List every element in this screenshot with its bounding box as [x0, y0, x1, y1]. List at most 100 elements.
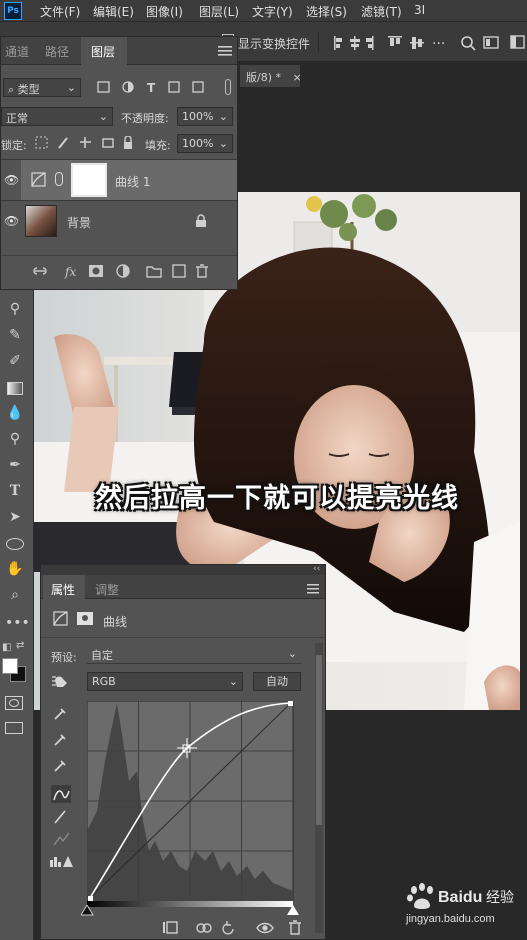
- chevron-down-icon: ⌄: [66, 81, 76, 94]
- chevron-down-icon: ⌄: [287, 647, 297, 660]
- workspace-icon[interactable]: [510, 34, 526, 50]
- divider: [318, 32, 319, 52]
- watermark-brand-cn: 经验: [486, 890, 514, 906]
- default-colors-icon[interactable]: ◧: [2, 642, 11, 653]
- blend-mode-value: 正常: [6, 112, 28, 125]
- panel-menu-icon[interactable]: [307, 584, 319, 594]
- gradient-tool-icon[interactable]: [7, 382, 23, 395]
- path-selection-icon[interactable]: ➤: [5, 508, 25, 526]
- menu-image[interactable]: 图像(I): [146, 3, 183, 20]
- brush-tool-icon[interactable]: ✎: [5, 326, 25, 344]
- menu-3d[interactable]: 3I: [414, 3, 425, 17]
- hand-tool-icon[interactable]: ✋: [5, 560, 25, 578]
- layer-row-background[interactable]: 👁 背景: [1, 201, 237, 243]
- mask-icon-hole: [82, 615, 88, 621]
- eye-icon[interactable]: 👁: [4, 173, 19, 187]
- layers-panel: 通道 路径 图层 ⌕ 类型 ⌄ T 正常 ⌄ 不透明度: 100% ⌄ 锁定: …: [0, 36, 238, 290]
- paw-icon: [407, 883, 433, 909]
- screen-mode-icon[interactable]: [5, 722, 23, 734]
- properties-panel: ‹‹ × 属性 调整 曲线 预设: 自定 ⌄ RGB ⌄ 自动: [40, 564, 326, 940]
- svg-text:···: ···: [432, 36, 445, 52]
- swap-colors-icon[interactable]: ⇄: [16, 640, 24, 651]
- layer-filter-label: 类型: [17, 83, 40, 96]
- channel-select[interactable]: RGB ⌄: [87, 672, 243, 691]
- menu-type[interactable]: 文字(Y): [252, 3, 293, 20]
- channel-value: RGB: [92, 675, 116, 688]
- tab-channels[interactable]: 通道: [5, 43, 29, 60]
- on-image-adjust-icon[interactable]: [51, 673, 71, 689]
- document-tab-label: 版/8) *: [246, 71, 281, 84]
- filter-type-icons[interactable]: T: [97, 81, 217, 95]
- layer-name: 背景: [67, 216, 92, 230]
- close-icon[interactable]: ×: [293, 71, 302, 84]
- chevron-down-icon: ⌄: [228, 675, 238, 688]
- lock-icon: [196, 214, 206, 227]
- menu-filter[interactable]: 滤镜(T): [361, 3, 402, 20]
- auto-button[interactable]: 自动: [253, 672, 301, 691]
- menu-file[interactable]: 文件(F): [40, 3, 80, 20]
- curves-graph[interactable]: [87, 701, 297, 907]
- zoom-tool-icon[interactable]: ⌕: [5, 586, 25, 604]
- layer-row-curves[interactable]: 👁 曲线 1: [1, 159, 237, 201]
- menu-bar: Ps 文件(F) 编辑(E) 图像(I) 图层(L) 文字(Y) 选择(S) 滤…: [0, 0, 527, 22]
- clipping-warning-icon[interactable]: [49, 853, 73, 869]
- align-icons[interactable]: ···: [332, 34, 512, 52]
- document-tab[interactable]: 版/8) * ×: [240, 65, 302, 87]
- link-icon[interactable]: [55, 172, 63, 186]
- history-brush-icon[interactable]: ✐: [5, 352, 25, 370]
- lock-icons[interactable]: [35, 136, 135, 150]
- tab-layers[interactable]: 图层: [91, 43, 115, 60]
- fill-input[interactable]: 100% ⌄: [177, 134, 233, 153]
- curve-tools[interactable]: [51, 705, 71, 855]
- filter-toggle[interactable]: [225, 79, 231, 95]
- watermark-brand: Baidu: [438, 889, 482, 906]
- tools-panel: ⚲ ✎ ✐ 💧 ⚲ ✒ T ➤ ✋ ⌕ ••• ◧ ⇄: [0, 290, 34, 940]
- tab-paths[interactable]: 路径: [45, 43, 69, 60]
- blur-tool-icon[interactable]: 💧: [5, 404, 25, 422]
- curve-point[interactable]: [288, 701, 293, 706]
- video-caption: 然后拉高一下就可以提亮光线: [95, 483, 459, 514]
- transform-controls-label: 显示变换控件: [238, 37, 311, 51]
- layer-mask-thumbnail[interactable]: [71, 163, 107, 197]
- divider: [41, 637, 325, 638]
- quick-mask-circle: [9, 699, 19, 707]
- menu-edit[interactable]: 编辑(E): [93, 3, 134, 20]
- fill-label: 填充:: [145, 139, 171, 152]
- layer-thumbnail: [25, 205, 57, 237]
- panel-grip: [41, 565, 325, 575]
- layer-filter-select[interactable]: ⌕ 类型 ⌄: [3, 78, 81, 97]
- opacity-input[interactable]: 100% ⌄: [177, 107, 233, 126]
- photoshop-logo: Ps: [4, 2, 22, 20]
- type-tool-icon[interactable]: T: [5, 482, 25, 500]
- layer-footer-icons[interactable]: fx: [31, 263, 211, 279]
- divider: [1, 255, 237, 256]
- layer-name: 曲线 1: [115, 175, 151, 189]
- blend-mode-select[interactable]: 正常 ⌄: [1, 107, 113, 126]
- opacity-label: 不透明度:: [121, 112, 169, 125]
- tab-properties[interactable]: 属性: [51, 581, 75, 598]
- panel-menu-icon[interactable]: [218, 45, 232, 57]
- chevron-down-icon: ⌄: [218, 137, 228, 150]
- preset-select[interactable]: 自定 ⌄: [87, 645, 301, 664]
- chevron-down-icon: ⌄: [98, 110, 108, 123]
- lock-label: 锁定:: [1, 139, 27, 152]
- ellipse-tool-icon[interactable]: [6, 538, 24, 550]
- svg-text:fx: fx: [64, 265, 76, 279]
- eye-icon[interactable]: 👁: [4, 214, 19, 228]
- pen-tool-icon[interactable]: ✒: [5, 456, 25, 474]
- stamp-tool-icon[interactable]: ⚲: [5, 300, 25, 318]
- curves-adjustment-icon: [53, 611, 68, 626]
- more-tools-icon[interactable]: •••: [5, 614, 30, 632]
- properties-footer-icons[interactable]: [161, 919, 321, 937]
- preset-value: 自定: [91, 649, 113, 662]
- menu-layer[interactable]: 图层(L): [199, 3, 239, 20]
- opacity-value: 100%: [182, 110, 214, 123]
- menu-select[interactable]: 选择(S): [306, 3, 347, 20]
- scrollbar-thumb[interactable]: [316, 655, 322, 825]
- baidu-jingyan-watermark: Baidu 经验 jingyan.baidu.com: [405, 883, 514, 925]
- adjustment-title: 曲线: [103, 615, 128, 629]
- foreground-color-swatch[interactable]: [2, 658, 18, 674]
- tab-adjustments[interactable]: 调整: [95, 581, 119, 598]
- input-sliders[interactable]: [81, 905, 301, 917]
- dodge-tool-icon[interactable]: ⚲: [5, 430, 25, 448]
